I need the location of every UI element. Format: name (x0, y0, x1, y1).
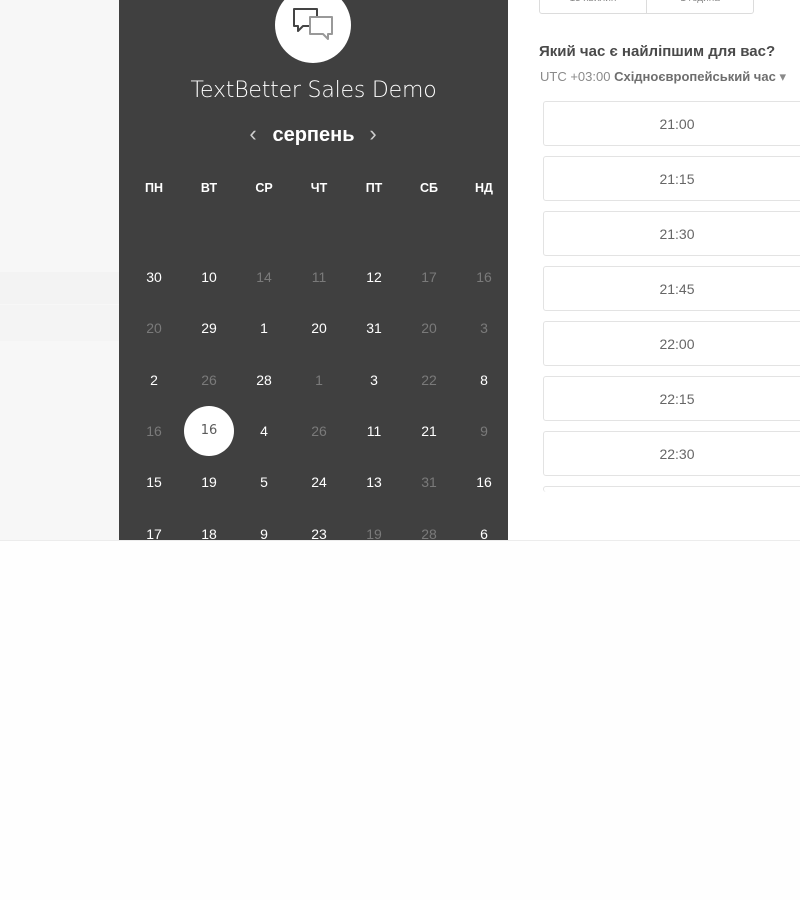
time-slot-button[interactable]: 22:15 (543, 376, 800, 421)
calendar-day[interactable]: 1 (239, 303, 289, 353)
timezone-offset: UTC +03:00 (540, 69, 611, 84)
chevron-down-icon: ▾ (779, 69, 786, 84)
weekday-label: НД (475, 181, 493, 195)
calendar-day[interactable]: 19 (184, 457, 234, 507)
chevron-right-icon[interactable]: › (363, 123, 383, 147)
calendar-day: 19 (366, 526, 382, 541)
month-label: серпень (272, 124, 355, 146)
calendar-day: 14 (256, 269, 272, 285)
weekday-label: ЧТ (310, 181, 328, 195)
calendar-day: 20 (146, 320, 162, 336)
divider (0, 540, 800, 541)
time-slot-button[interactable]: 22:00 (543, 321, 800, 366)
calendar-day[interactable]: 16 (459, 457, 508, 507)
timezone-selector[interactable]: UTC +03:00 Східноєвропейський час ▾ (540, 69, 786, 85)
calendar-day[interactable]: 30 (129, 252, 179, 302)
calendar-day-selected[interactable]: 16 (184, 406, 234, 456)
calendar-day[interactable]: 13 (349, 457, 399, 507)
background-band (0, 272, 119, 304)
duration-option-15min[interactable]: 15 хвилин (540, 0, 646, 13)
month-navigation: ‹ серпень › (119, 122, 508, 150)
calendar-day: 11 (311, 269, 327, 285)
chevron-left-icon[interactable]: ‹ (243, 123, 263, 147)
weekday-label: ВТ (200, 181, 218, 195)
time-panel: 15 хвилин 1 година Який час є найліпшим … (508, 0, 800, 541)
background-left (0, 0, 119, 541)
background-band (0, 305, 119, 341)
calendar-day: 9 (480, 423, 488, 439)
calendar-day[interactable]: 15 (129, 457, 179, 507)
calendar-day[interactable]: 31 (349, 303, 399, 353)
calendar-day[interactable]: 10 (184, 252, 234, 302)
calendar-day[interactable]: 29 (184, 303, 234, 353)
weekday-label: СР (255, 181, 273, 195)
calendar-day[interactable]: 3 (349, 355, 399, 405)
chat-bubbles-icon (293, 8, 333, 40)
calendar-day: 1 (315, 372, 323, 388)
event-logo (275, 0, 351, 63)
calendar-day: 22 (421, 372, 437, 388)
timezone-name: Східноєвропейський час (614, 69, 776, 84)
calendar-day[interactable]: 28 (239, 355, 289, 405)
time-slot-button[interactable]: 21:15 (543, 156, 800, 201)
calendar-day: 26 (311, 423, 327, 439)
calendar-day[interactable]: 12 (349, 252, 399, 302)
calendar-day[interactable]: 8 (459, 355, 508, 405)
time-slot-button[interactable] (543, 486, 800, 492)
calendar-day: 17 (421, 269, 437, 285)
duration-option-1hour[interactable]: 1 година (646, 0, 753, 13)
calendar-day[interactable]: 4 (239, 406, 289, 456)
calendar-day: 31 (421, 474, 437, 490)
time-slot-button[interactable]: 21:45 (543, 266, 800, 311)
calendar-day[interactable]: 9 (239, 509, 289, 541)
time-slot-button[interactable]: 21:30 (543, 211, 800, 256)
calendar-day[interactable]: 6 (459, 509, 508, 541)
weekday-label: ПН (144, 181, 163, 195)
duration-toggle: 15 хвилин 1 година (539, 0, 754, 14)
calendar-day: 3 (480, 320, 488, 336)
calendar-panel: TextBetter Sales Demo ‹ серпень › ПН ВТ СР… (119, 0, 508, 541)
time-slot-button[interactable]: 22:30 (543, 431, 800, 476)
calendar-day[interactable]: 24 (294, 457, 344, 507)
calendar-day: 16 (476, 269, 492, 285)
calendar-day[interactable]: 23 (294, 509, 344, 541)
calendar-day[interactable]: 2 (129, 355, 179, 405)
calendar-day: 16 (146, 423, 162, 439)
calendar-day: 20 (421, 320, 437, 336)
calendar-day[interactable]: 20 (294, 303, 344, 353)
calendar-day[interactable]: 18 (184, 509, 234, 541)
event-title: TextBetter Sales Demo (190, 78, 437, 103)
time-question: Який час є найліпшим для вас? (539, 43, 776, 60)
calendar-day: 26 (201, 372, 217, 388)
weekday-label: ПТ (365, 181, 383, 195)
calendar-day[interactable]: 21 (404, 406, 454, 456)
time-slot-button[interactable]: 21:00 (543, 101, 800, 146)
calendar-day: 28 (421, 526, 437, 541)
calendar-day[interactable]: 5 (239, 457, 289, 507)
calendar-day[interactable]: 11 (349, 406, 399, 456)
weekday-label: СБ (419, 181, 438, 195)
calendar-day[interactable]: 17 (129, 509, 179, 541)
